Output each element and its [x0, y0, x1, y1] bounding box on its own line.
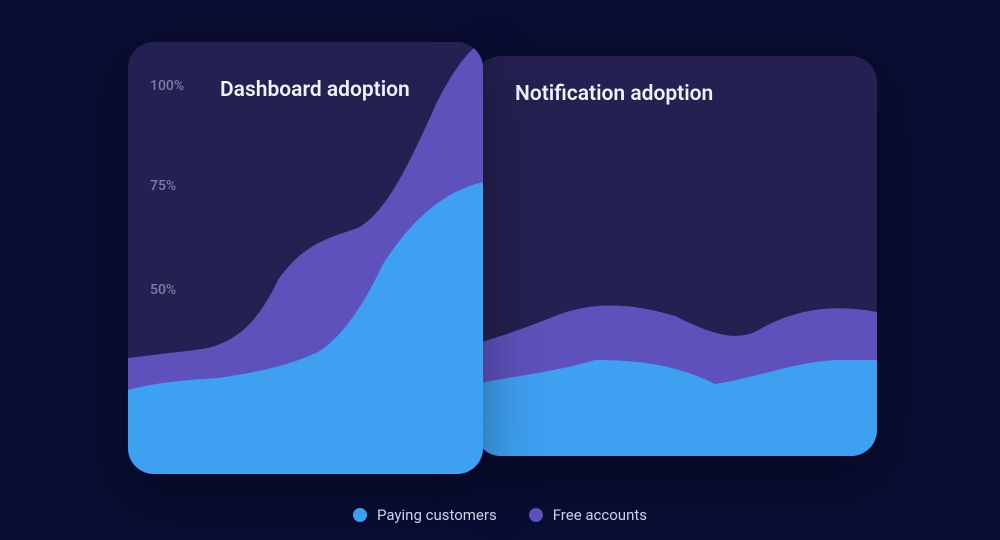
swatch-free-icon — [529, 508, 543, 522]
legend-label-paying: Paying customers — [377, 506, 497, 524]
legend-item-free: Free accounts — [529, 506, 647, 524]
swatch-paying-icon — [353, 508, 367, 522]
charts-stage: { "legend": { "paying": "Paying customer… — [0, 0, 1000, 540]
chart-card-dashboard: Dashboard adoption 100% 75% 50% 25% — [128, 42, 483, 474]
chart-plot-notification — [475, 56, 877, 456]
area-paying — [475, 360, 877, 456]
chart-plot-dashboard — [128, 42, 483, 474]
chart-card-notification: Notification adoption — [475, 56, 877, 456]
legend-label-free: Free accounts — [553, 506, 647, 524]
legend: Paying customers Free accounts — [0, 500, 1000, 530]
legend-item-paying: Paying customers — [353, 506, 497, 524]
